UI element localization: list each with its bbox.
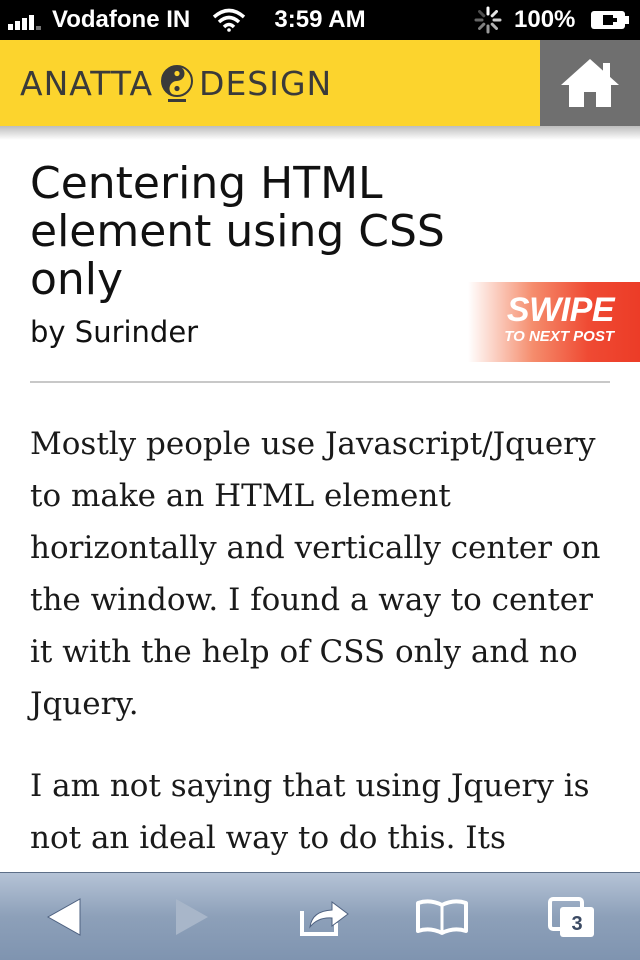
back-button[interactable] [34, 891, 94, 943]
logo-text-left: ANATTA [20, 64, 154, 103]
post-paragraph: Mostly people use Javascript/Jquery to m… [30, 426, 601, 722]
logo-text-right: DESIGN [199, 64, 333, 103]
bookmarks-button[interactable] [412, 891, 472, 943]
home-button[interactable] [540, 40, 640, 126]
activity-spinner-icon [474, 6, 502, 34]
browser-toolbar: 3 [0, 872, 640, 960]
yin-yang-logo-icon [161, 65, 194, 102]
tabs-count: 3 [571, 913, 582, 935]
status-bar: Vodafone IN 3:59 AM 100% [0, 0, 640, 40]
site-logo[interactable]: ANATTA DESIGN [20, 62, 332, 106]
share-button[interactable] [294, 891, 354, 943]
share-icon [300, 901, 349, 936]
tabs-button[interactable]: 3 [542, 891, 602, 943]
battery-icon [591, 11, 629, 29]
swipe-badge-subtitle: TO NEXT POST [504, 328, 614, 345]
swipe-to-next-post-badge[interactable]: SWIPE TO NEXT POST [468, 282, 640, 362]
forward-icon [176, 899, 208, 935]
battery-percentage: 100% [514, 6, 576, 33]
site-header: ANATTA DESIGN [0, 40, 640, 140]
title-divider [30, 381, 610, 383]
swipe-badge-title: SWIPE [506, 291, 615, 329]
post-paragraph: I am not saying that using Jquery is not… [30, 768, 590, 856]
forward-button[interactable] [162, 891, 222, 943]
back-icon [46, 898, 81, 936]
post-title: Centering HTML element using CSS only [30, 158, 445, 305]
post-body: Mostly people use Javascript/Jquery to m… [30, 418, 615, 894]
post-author: by Surinder [30, 315, 199, 349]
bookmarks-icon [416, 899, 468, 935]
tabs-icon: 3 [548, 897, 594, 937]
home-icon [561, 59, 619, 107]
